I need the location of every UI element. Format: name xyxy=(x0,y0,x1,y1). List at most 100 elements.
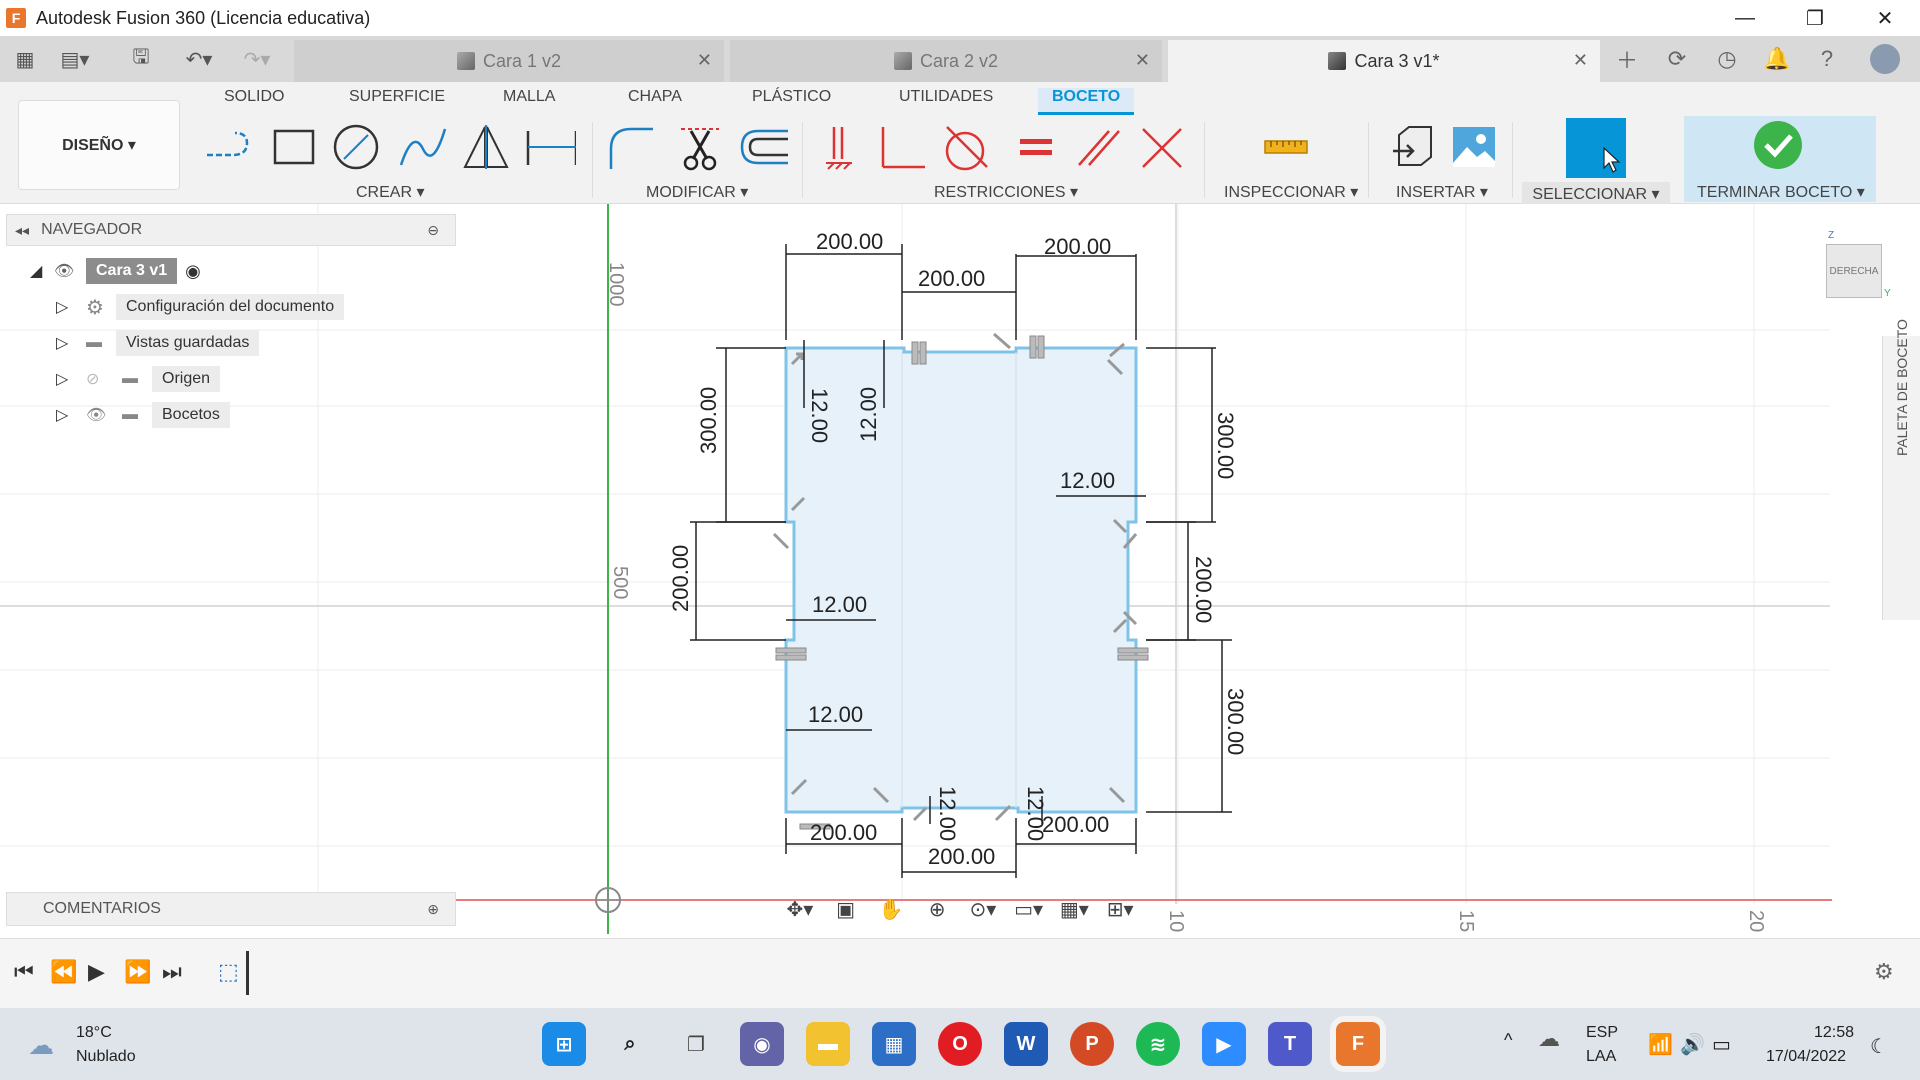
close-tab-icon[interactable]: ✕ xyxy=(697,50,712,71)
add-comment-icon[interactable]: ⊕ xyxy=(427,901,439,918)
parallel-constraint-icon[interactable] xyxy=(1072,122,1124,172)
powerpoint-icon[interactable]: P xyxy=(1070,1022,1114,1066)
opera-browser-icon[interactable]: O xyxy=(938,1022,982,1066)
do-not-disturb-moon-icon[interactable]: ☾ xyxy=(1870,1034,1888,1059)
view-cube[interactable]: DERECHA xyxy=(1826,244,1882,298)
dim-left-upper-height[interactable]: 300.00 xyxy=(696,387,721,454)
tab-utilidades[interactable]: UTILIDADES xyxy=(899,88,993,106)
activate-radio-icon[interactable]: ◉ xyxy=(185,261,201,282)
grid-settings-icon[interactable]: ▦▾ xyxy=(1055,892,1095,926)
zoom-icon[interactable]: ⊕ xyxy=(917,892,957,926)
close-tab-icon[interactable]: ✕ xyxy=(1573,50,1588,71)
dim-left-middle-height[interactable]: 200.00 xyxy=(668,545,693,612)
timeline-next-icon[interactable]: ⏩ xyxy=(124,959,151,985)
timeline-start-icon[interactable]: ⏮ xyxy=(14,959,34,985)
expand-triangle-icon[interactable]: ▷ xyxy=(56,405,86,425)
file-explorer-icon[interactable]: ▬ xyxy=(806,1022,850,1066)
comments-panel-header[interactable]: COMENTARIOS ⊕ xyxy=(6,892,456,926)
tree-item-origin[interactable]: ▷ ⊘ ▬ Origen xyxy=(56,364,221,394)
dimension-tool-icon[interactable] xyxy=(524,122,576,172)
keyboard-layout[interactable]: LAA xyxy=(1586,1048,1616,1066)
constraints-group-label[interactable]: RESTRICCIONES ▾ xyxy=(934,182,1078,202)
mirror-tool-icon[interactable] xyxy=(460,122,512,172)
rectangle-tool-icon[interactable] xyxy=(268,122,320,172)
doc-tab-cara-2[interactable]: Cara 2 v2 ✕ xyxy=(730,40,1162,82)
coincident-constraint-icon[interactable] xyxy=(814,122,866,172)
dim-right-upper-height[interactable]: 300.00 xyxy=(1213,412,1238,479)
dim-top-left-width[interactable]: 200.00 xyxy=(816,229,883,254)
weather-desc[interactable]: Nublado xyxy=(76,1048,136,1066)
fit-window-icon[interactable]: ⊙▾ xyxy=(963,892,1003,926)
spotify-icon[interactable]: ≋ xyxy=(1136,1022,1180,1066)
job-status-icon[interactable]: ◷ xyxy=(1712,44,1742,74)
tree-item-root[interactable]: ◢ 👁 Cara 3 v1 ◉ xyxy=(30,256,201,286)
wifi-icon[interactable]: 📶 xyxy=(1648,1032,1673,1057)
select-group-label[interactable]: SELECCIONAR ▾ xyxy=(1522,182,1670,206)
weather-cloud-icon[interactable]: ☁ xyxy=(28,1030,54,1061)
equal-constraint-icon[interactable] xyxy=(1010,122,1062,172)
user-avatar[interactable] xyxy=(1870,44,1900,74)
language-code[interactable]: ESP xyxy=(1586,1024,1618,1042)
tree-item-sketches[interactable]: ▷ 👁 ▬ Bocetos xyxy=(56,400,230,430)
hidden-eye-icon[interactable]: ⊘ xyxy=(86,369,122,389)
intersect-constraint-icon[interactable] xyxy=(1136,122,1188,172)
search-icon[interactable]: ⌕ xyxy=(608,1022,652,1066)
tree-item-document-settings[interactable]: ▷ ⚙ Configuración del documento xyxy=(56,292,345,322)
inspect-group-label[interactable]: INSPECCIONAR ▾ xyxy=(1224,182,1358,202)
panel-minus-icon[interactable]: ⊖ xyxy=(427,222,439,239)
new-tab-plus-icon[interactable]: ＋ xyxy=(1612,44,1642,74)
weather-temp[interactable]: 18°C xyxy=(76,1024,112,1042)
insert-derive-icon[interactable] xyxy=(1386,122,1438,172)
visibility-eye-icon[interactable]: 👁 xyxy=(86,405,122,425)
close-window-button[interactable]: ✕ xyxy=(1850,0,1920,36)
finish-sketch-label[interactable]: TERMINAR BOCETO ▾ xyxy=(1697,182,1865,202)
dim-bottom-right-width[interactable]: 200.00 xyxy=(1042,812,1109,837)
dim-right-lower-height[interactable]: 300.00 xyxy=(1223,688,1248,755)
teams-icon[interactable]: T xyxy=(1268,1022,1312,1066)
timeline-play-icon[interactable]: ▶ xyxy=(88,959,105,985)
tree-item-saved-views[interactable]: ▷ ▬ Vistas guardadas xyxy=(56,328,260,358)
volume-icon[interactable]: 🔊 xyxy=(1680,1032,1705,1057)
battery-icon[interactable]: ▭ xyxy=(1712,1032,1731,1057)
fillet-tool-icon[interactable] xyxy=(604,122,656,172)
save-icon[interactable]: 🖫 xyxy=(126,44,156,74)
display-settings-icon[interactable]: ▭▾ xyxy=(1009,892,1049,926)
expand-triangle-icon[interactable]: ▷ xyxy=(56,369,86,389)
zoom-app-icon[interactable]: ▶ xyxy=(1202,1022,1246,1066)
insert-canvas-image-icon[interactable] xyxy=(1448,122,1500,172)
dim-notch-depth-2[interactable]: 12.00 xyxy=(856,387,881,442)
insert-group-label[interactable]: INSERTAR ▾ xyxy=(1396,182,1488,202)
measure-ruler-icon[interactable] xyxy=(1260,122,1312,172)
offset-tool-icon[interactable] xyxy=(736,122,788,172)
spline-tool-icon[interactable] xyxy=(396,122,448,172)
timeline-settings-gear-icon[interactable]: ⚙ xyxy=(1874,959,1894,985)
clock-time[interactable]: 12:58 xyxy=(1814,1024,1854,1042)
timeline-marker[interactable] xyxy=(246,951,249,995)
calculator-icon[interactable]: ▦ xyxy=(872,1022,916,1066)
sketch-palette-collapsed[interactable]: PALETA DE BOCETO xyxy=(1882,319,1920,620)
select-tool-icon[interactable] xyxy=(1566,118,1626,178)
orbit-icon[interactable]: ✥▾ xyxy=(780,892,820,926)
onedrive-cloud-icon[interactable]: ☁ xyxy=(1538,1026,1560,1052)
task-view-icon[interactable]: ❐ xyxy=(674,1022,718,1066)
chat-icon[interactable]: ◉ xyxy=(740,1022,784,1066)
restore-button[interactable]: ❐ xyxy=(1780,0,1850,36)
trim-scissors-icon[interactable] xyxy=(674,122,726,172)
extensions-icon[interactable]: ⟳ xyxy=(1662,44,1692,74)
tangent-constraint-icon[interactable] xyxy=(940,122,992,172)
viewports-icon[interactable]: ⊞▾ xyxy=(1100,892,1140,926)
dim-bottom-left-width[interactable]: 200.00 xyxy=(810,820,877,845)
tab-solido[interactable]: SOLIDO xyxy=(224,88,284,106)
sketch-timeline-marker-icon[interactable]: ⬚ xyxy=(218,959,239,985)
tab-boceto[interactable]: BOCETO xyxy=(1038,88,1135,115)
line-tool-icon[interactable] xyxy=(202,122,254,172)
dim-notch-depth-6[interactable]: 12.00 xyxy=(935,786,960,841)
notifications-bell-icon[interactable]: 🔔 xyxy=(1762,44,1792,74)
show-hidden-icons-chevron-icon[interactable]: ^ xyxy=(1504,1030,1512,1051)
tab-superficie[interactable]: SUPERFICIE xyxy=(349,88,445,106)
dim-right-middle-height[interactable]: 200.00 xyxy=(1191,556,1216,623)
tab-chapa[interactable]: CHAPA xyxy=(628,88,682,106)
windows-start-icon[interactable]: ⊞ xyxy=(542,1022,586,1066)
dim-notch-depth-1[interactable]: 12.00 xyxy=(807,388,832,443)
dim-top-middle-width[interactable]: 200.00 xyxy=(918,266,985,291)
